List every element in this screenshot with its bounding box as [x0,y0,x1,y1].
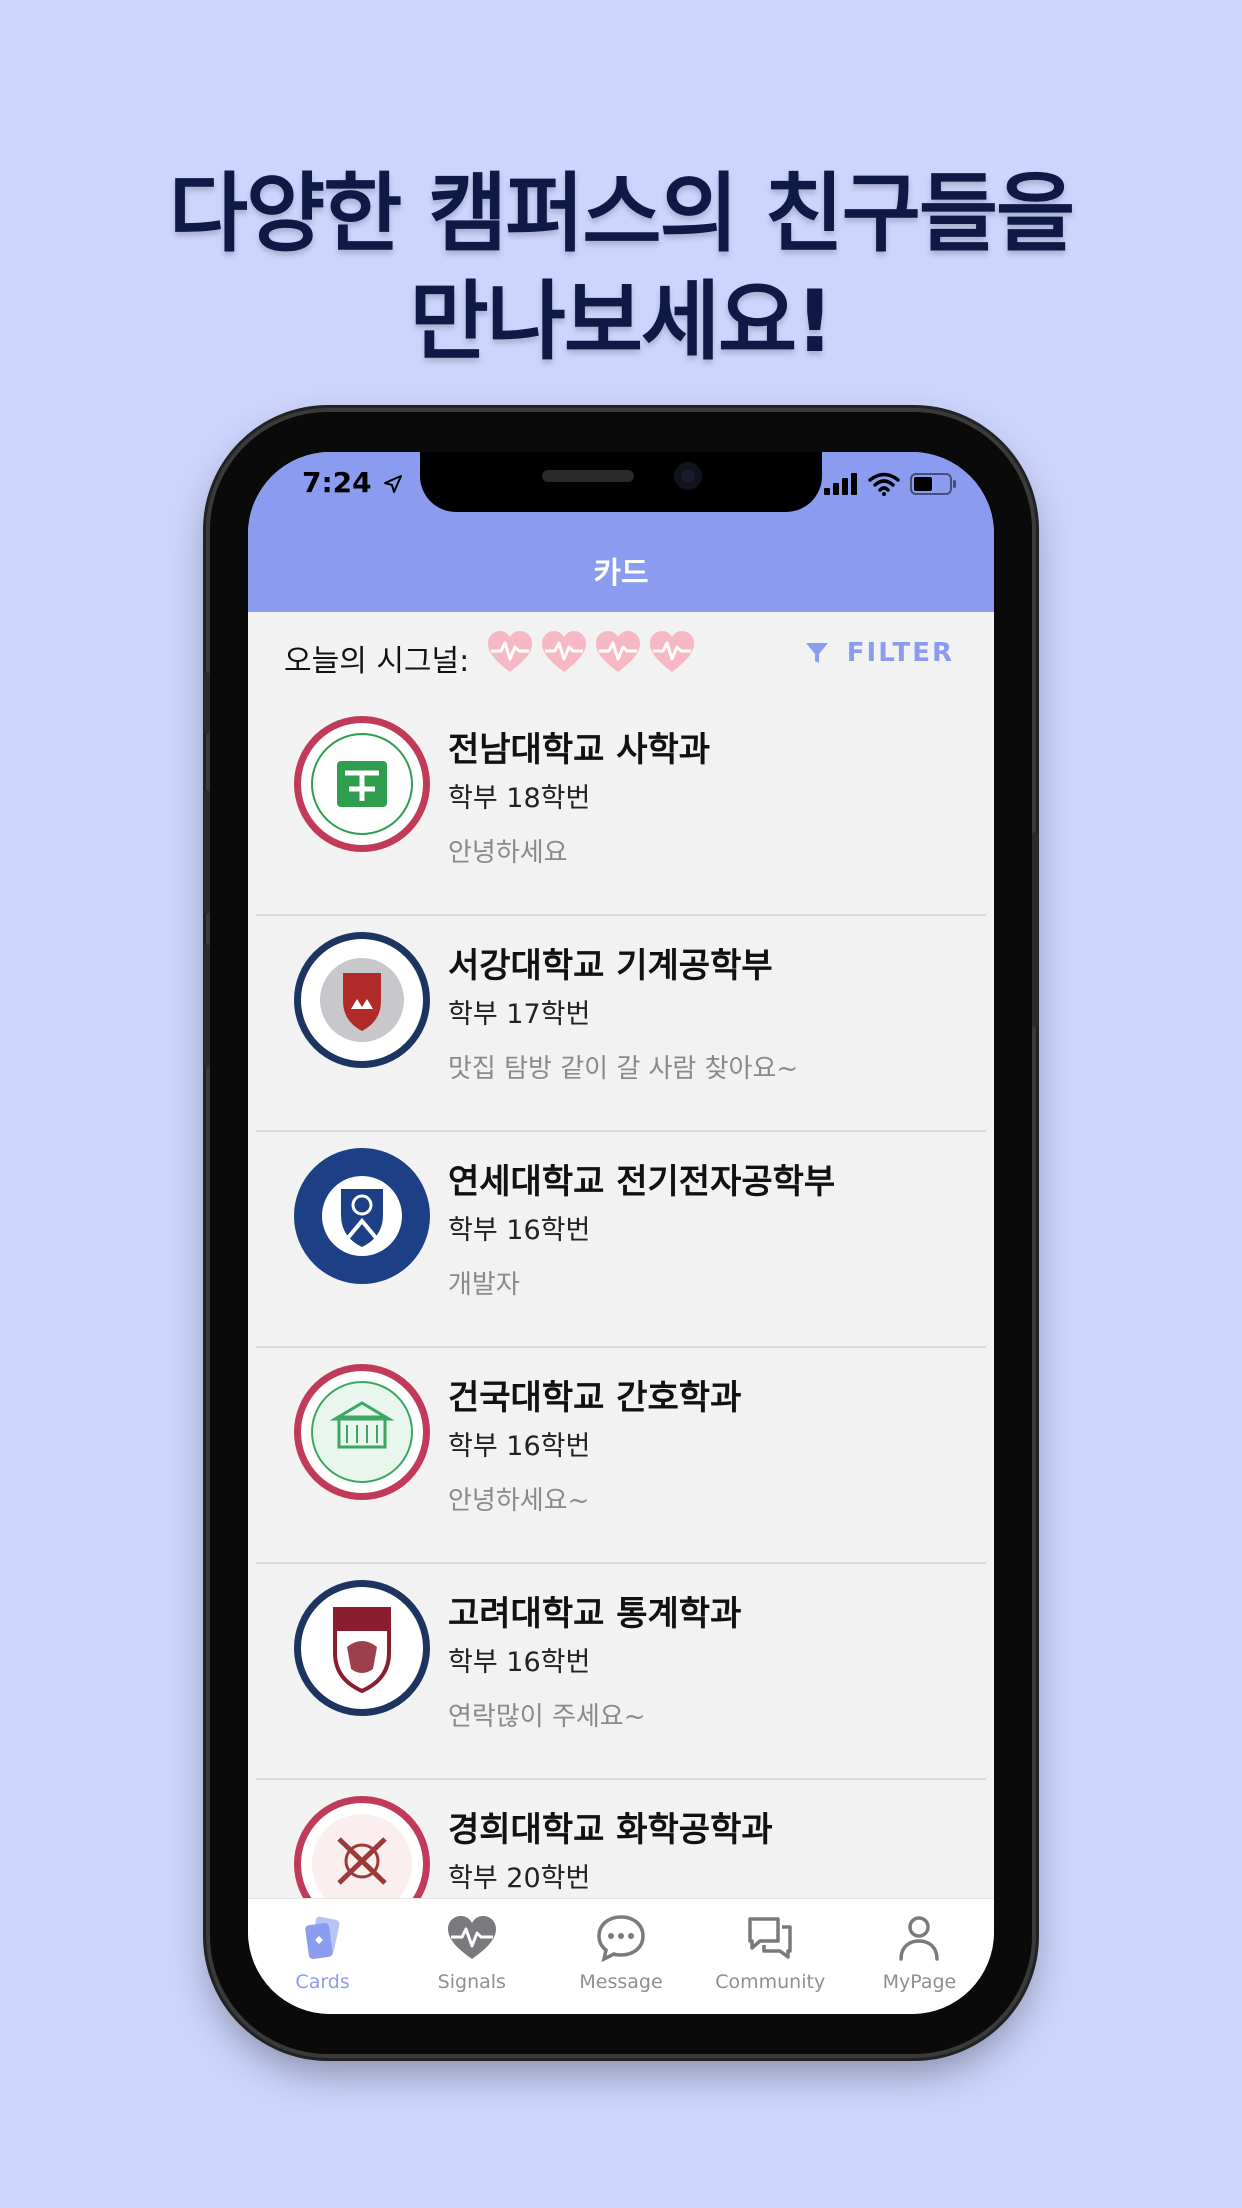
card-message: 맛집 탐방 같이 갈 사람 찾아요~ [448,1054,799,1084]
card-university: 경희대학교 화학공학과 [448,1810,773,1850]
tab-message[interactable]: Message [546,1899,695,2014]
person-icon [897,1911,941,1965]
card-row[interactable]: 서강대학교 기계공학부 학부 17학번 맛집 탐방 같이 갈 사람 찾아요~ [248,916,994,1132]
tab-cards[interactable]: Cards [248,1899,397,2014]
card-degree: 학부 16학번 [448,1431,591,1462]
top-bar: 7:24 카드 [248,452,994,612]
side-button-volume-up [204,790,210,914]
side-button-mute [204,672,210,734]
card-university: 고려대학교 통계학과 [448,1594,742,1634]
tab-label: Message [579,1971,663,1993]
front-camera [674,462,702,490]
speaker [542,470,634,482]
card-message: 연락많이 주세요~ [448,1702,646,1732]
side-button-power [1032,832,1038,1028]
university-logo [294,1364,430,1500]
university-seal-icon [333,1607,391,1694]
status-icons [824,472,958,496]
university-logo [294,716,430,852]
card-university: 연세대학교 전기전자공학부 [448,1162,836,1202]
notch [420,452,822,512]
heartbeat-icon [446,1911,498,1965]
card-message: 안녕하세요 [448,838,568,868]
heart-signal-icon [488,631,532,672]
card-degree: 학부 20학번 [448,1863,591,1894]
signal-hearts [486,630,696,674]
tab-bar: Cards Signals Message Community MyPage [248,1898,994,2014]
headline-line-2: 만나보세요! [409,272,835,372]
community-icon [746,1911,794,1965]
card-university: 전남대학교 사학과 [448,730,711,770]
signal-label: 오늘의 시그널: [284,644,470,679]
card-degree: 학부 17학번 [448,999,591,1030]
university-seal-icon [311,1381,413,1483]
filter-button[interactable]: FILTER [805,638,954,668]
tab-label: Community [715,1971,826,1993]
university-logo [294,932,430,1068]
headline: 다양한 캠퍼스의 친구들을 만나보세요! [0,160,1242,376]
card-row[interactable]: 연세대학교 전기전자공학부 학부 16학번 개발자 [248,1132,994,1348]
tab-community[interactable]: Community [696,1899,845,2014]
battery-icon [910,473,956,495]
card-university: 건국대학교 간호학과 [448,1378,742,1418]
tab-label: MyPage [882,1971,957,1993]
tab-mypage[interactable]: MyPage [845,1899,994,2014]
card-degree: 학부 16학번 [448,1647,591,1678]
headline-line-1: 다양한 캠퍼스의 친구들을 [168,164,1075,264]
tab-signals[interactable]: Signals [397,1899,546,2014]
heart-signal-icon [596,631,640,672]
side-button-volume-down [204,944,210,1068]
tab-label: Cards [295,1971,350,1993]
card-degree: 학부 18학번 [448,783,591,814]
status-time-text: 7:24 [302,466,372,499]
chat-bubble-icon [596,1911,646,1965]
university-logo [294,1580,430,1716]
cards-icon [299,1911,347,1965]
cellular-signal-icon [824,473,857,495]
card-row[interactable]: 고려대학교 통계학과 학부 16학번 연락많이 주세요~ [248,1564,994,1780]
signal-bar: 오늘의 시그널: FILTER [248,612,994,700]
university-logo [294,1148,430,1284]
status-time: 7:24 [302,466,403,499]
card-row[interactable]: 건국대학교 간호학과 학부 16학번 안녕하세요~ [248,1348,994,1564]
heart-signal-icon [650,631,694,672]
phone-screen: 7:24 카드 오늘의 시그널: FILTER 전남대학교 사학과 학부 18학… [248,452,994,2014]
tab-label: Signals [437,1971,506,1993]
nav-title: 카드 [593,556,649,591]
card-message: 개발자 [448,1270,520,1300]
location-arrow-icon [384,475,403,493]
filter-label: FILTER [846,638,954,668]
card-message: 안녕하세요~ [448,1486,590,1516]
heart-signal-icon [542,631,586,672]
wifi-icon [868,472,900,496]
card-degree: 학부 16학번 [448,1215,591,1246]
filter-icon [805,643,828,663]
card-row[interactable]: 전남대학교 사학과 학부 18학번 안녕하세요 [248,700,994,916]
university-seal-icon [320,958,404,1042]
university-seal-icon [311,733,413,835]
university-seal-icon [322,1176,402,1256]
card-list: 전남대학교 사학과 학부 18학번 안녕하세요 서강대학교 기계공학부 학부 1… [248,700,994,1996]
card-university: 서강대학교 기계공학부 [448,946,773,986]
